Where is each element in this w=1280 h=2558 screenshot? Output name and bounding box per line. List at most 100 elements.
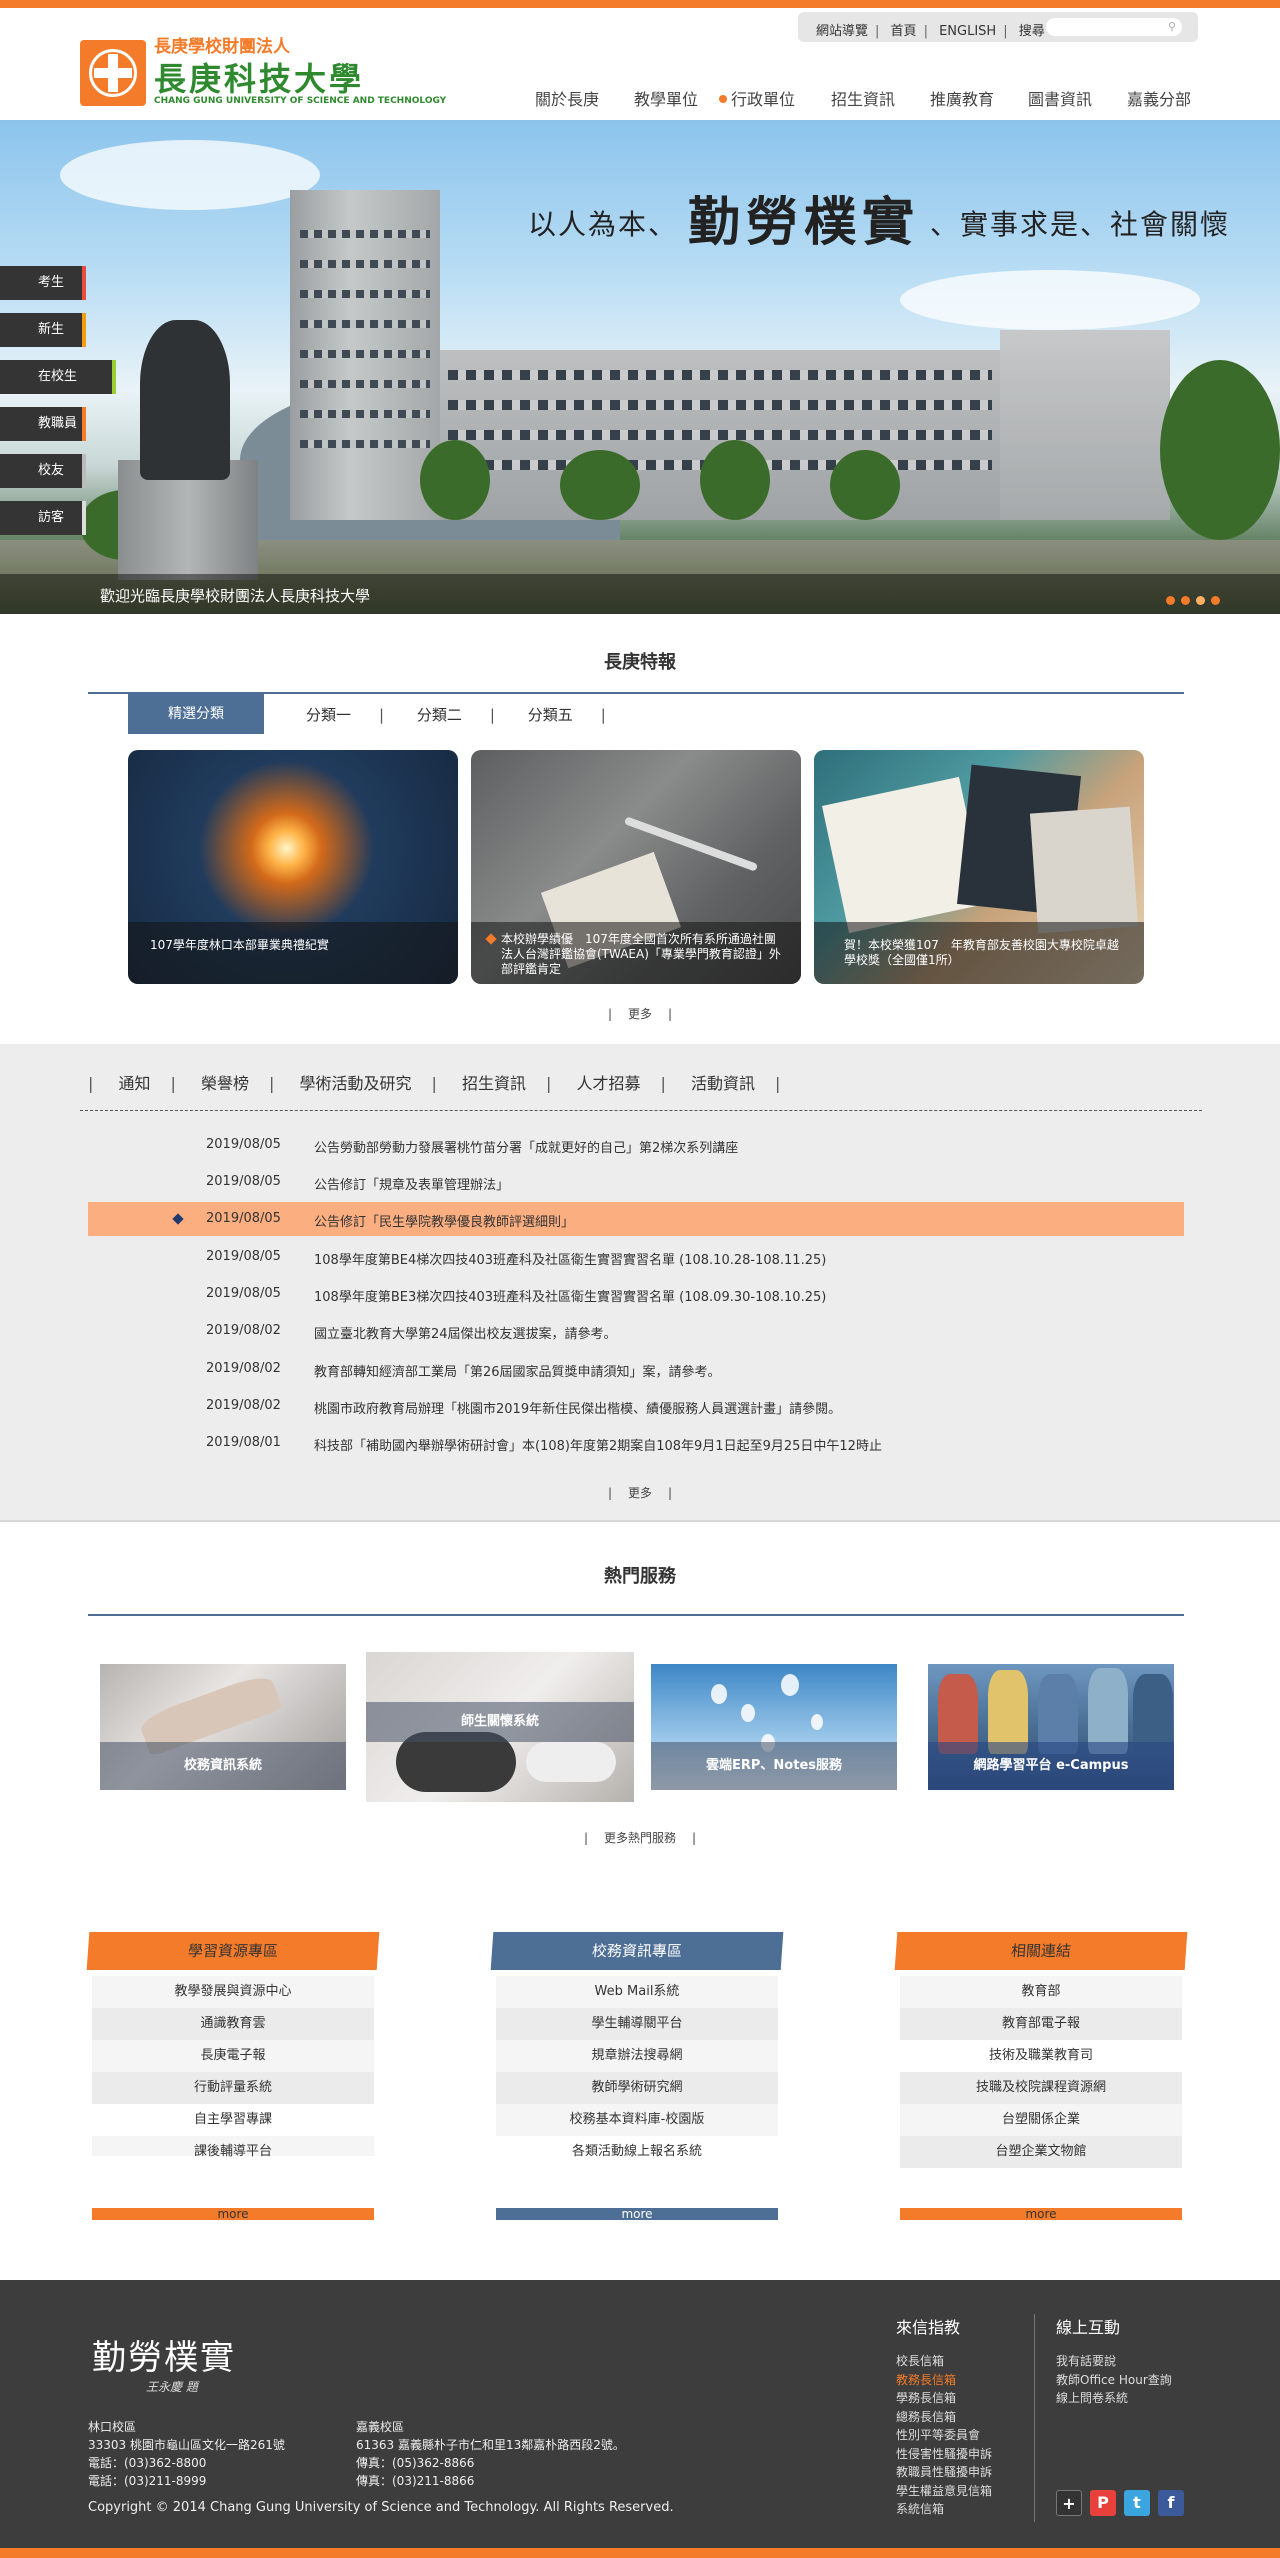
box-link[interactable]: 台塑企業文物館 <box>900 2136 1182 2168</box>
utility-bar: 網站導覽 | 首頁 | ENGLISH | 搜尋 ⚲ <box>798 12 1198 42</box>
services-more-link[interactable]: 更多熱門服務 <box>604 1831 676 1845</box>
tab-category-1[interactable]: 分類一 <box>306 706 351 724</box>
box-link[interactable]: Web Mail系統 <box>496 1976 778 2008</box>
footer-link[interactable]: 教職員性騷擾申訴 <box>896 2463 992 2482</box>
slide-dot[interactable] <box>1166 596 1175 605</box>
footer-link[interactable]: 性別平等委員會 <box>896 2426 992 2445</box>
news-row[interactable]: 2019/08/02 桃園市政府教育局辦理「桃園市2019年新住民傑出楷模、績優服… <box>88 1389 1184 1423</box>
news-row[interactable]: 2019/08/05 公告勞動部勞動力發展署桃竹苗分署「成就更好的自己」第2梯次系… <box>88 1128 1184 1162</box>
tab-featured[interactable]: 精選分類 <box>128 694 264 734</box>
box-link[interactable]: 教育部 <box>900 1976 1182 2008</box>
tab-category-5[interactable]: 分類五 <box>528 706 573 724</box>
nav-extension[interactable]: 推廣教育 <box>930 86 994 110</box>
university-logo[interactable]: 長庚學校財團法人 長庚科技大學 CHANG GUNG UNIVERSITY OF… <box>80 32 460 112</box>
service-student-info[interactable]: 校務資訊系統 <box>100 1664 346 1790</box>
twitter-icon[interactable]: t <box>1124 2490 1150 2516</box>
box-title: 學習資源專區 <box>86 1932 380 1970</box>
tab-category-2[interactable]: 分類二 <box>417 706 462 724</box>
box-link[interactable]: 校務基本資料庫-校園版 <box>496 2104 778 2136</box>
news-row[interactable]: 2019/08/05 公告修訂「規章及表單管理辦法」 <box>88 1165 1184 1199</box>
nav-about[interactable]: 關於長庚 <box>535 86 599 110</box>
news-row[interactable]: 2019/08/05 108學年度第BE3梯次四技403班產科及社區衛生實習實習名… <box>88 1277 1184 1311</box>
highlights-more-link[interactable]: 更多 <box>628 1007 652 1021</box>
highlight-card[interactable]: 賀！本校榮獲107 年教育部友善校園大專校院卓越學校獎（全國僅1所） <box>814 750 1144 984</box>
side-item-applicants[interactable]: 考生 <box>0 266 86 300</box>
service-erp[interactable]: 雲端ERP、Notes服務 <box>651 1664 897 1790</box>
box-link[interactable]: 技術及職業教育司 <box>900 2040 1182 2072</box>
box-link[interactable]: 學生輔導關平台 <box>496 2008 778 2040</box>
box-link[interactable]: 行動評量系統 <box>92 2072 374 2104</box>
header: 長庚學校財團法人 長庚科技大學 CHANG GUNG UNIVERSITY OF… <box>0 8 1280 120</box>
box-link[interactable]: 各類活動線上報名系統 <box>496 2136 778 2168</box>
news-section: | 通知 | 榮譽榜 | 學術活動及研究 | 招生資訊 | 人才招募 | 活動資訊 | 20… <box>0 1044 1280 1522</box>
sitemap-link[interactable]: 網站導覽 <box>816 24 868 39</box>
news-row[interactable]: 2019/08/01 科技部「補助國內舉辦學術研討會」本(108)年度第2期案自1… <box>88 1426 1184 1460</box>
search-icon[interactable]: ⚲ <box>1168 20 1176 33</box>
footer-link[interactable]: 性侵害性騷擾申訴 <box>896 2445 992 2464</box>
box-link[interactable]: 長庚電子報 <box>92 2040 374 2072</box>
box-link[interactable]: 台塑關係企業 <box>900 2104 1182 2136</box>
news-row[interactable]: 2019/08/05 108學年度第BE4梯次四技403班產科及社區衛生實習實習名… <box>88 1240 1184 1274</box>
box-link[interactable]: 通識教育雲 <box>92 2008 374 2040</box>
side-item-visitors[interactable]: 訪客 <box>0 501 86 535</box>
nav-teaching[interactable]: 教學單位 <box>634 86 698 110</box>
box-more-button[interactable]: more <box>92 2208 374 2220</box>
news-row[interactable]: 2019/08/02 國立臺北教育大學第24屆傑出校友選拔案，請參考。 <box>88 1314 1184 1348</box>
news-row[interactable]: 2019/08/05 公告修訂「民生學院教學優良教師評選細則」 <box>88 1202 1184 1236</box>
box-link[interactable]: 教師學術研究網 <box>496 2072 778 2104</box>
side-item-freshmen[interactable]: 新生 <box>0 313 86 347</box>
footer-link[interactable]: 教務長信箱 <box>896 2371 992 2390</box>
hero-caption-bar: 歡迎光臨長庚學校財團法人長庚科技大學 <box>0 574 1280 614</box>
footer-link[interactable]: 學務長信箱 <box>896 2389 992 2408</box>
news-row[interactable]: 2019/08/02 教育部轉知經濟部工業局「第26屆國家品質獎申請須知」案，請參… <box>88 1352 1184 1386</box>
plurk-icon[interactable]: P <box>1090 2490 1116 2516</box>
footer-link[interactable]: 教師Office Hour查詢 <box>1056 2371 1172 2390</box>
news-tab-recruit[interactable]: 人才招募 <box>576 1074 640 1093</box>
box-link[interactable]: 規章辦法搜尋網 <box>496 2040 778 2072</box>
box-title: 相關連結 <box>894 1932 1188 1970</box>
footer-link[interactable]: 總務長信箱 <box>896 2408 992 2427</box>
news-tab-admission[interactable]: 招生資訊 <box>462 1074 526 1093</box>
highlight-card[interactable]: 本校辦學績優 107年度全國首次所有系所通過社團法人台灣評鑑協會(TWAEA)「… <box>471 750 801 984</box>
box-more-button[interactable]: more <box>900 2208 1182 2220</box>
facebook-icon[interactable]: f <box>1158 2490 1184 2516</box>
box-link[interactable]: 自主學習專課 <box>92 2104 374 2136</box>
home-link[interactable]: 首頁 <box>891 24 917 39</box>
news-tab-honor[interactable]: 榮譽榜 <box>201 1074 249 1093</box>
nav-library[interactable]: 圖書資訊 <box>1028 86 1092 110</box>
slide-dot[interactable] <box>1211 596 1220 605</box>
box-link[interactable]: 教育部電子報 <box>900 2008 1182 2040</box>
box-more-button[interactable]: more <box>496 2208 778 2220</box>
card-caption: 107學年度林口本部畢業典禮紀實 <box>128 922 458 984</box>
side-item-students[interactable]: 在校生 <box>0 360 116 394</box>
service-label: 校務資訊系統 <box>100 1742 346 1790</box>
news-more-link[interactable]: 更多 <box>628 1486 652 1500</box>
footer-link[interactable]: 我有話要說 <box>1056 2352 1172 2371</box>
side-item-staff[interactable]: 教職員 <box>0 407 86 441</box>
box-link[interactable]: 技職及校院課程資源網 <box>900 2072 1182 2104</box>
news-tab-notice[interactable]: 通知 <box>118 1074 150 1093</box>
search-input[interactable]: ⚲ <box>1046 18 1182 36</box>
nav-chiayi[interactable]: 嘉義分部 <box>1127 86 1191 110</box>
nav-admissions[interactable]: 招生資訊 <box>831 86 895 110</box>
news-divider <box>80 1110 1202 1111</box>
footer-link[interactable]: 校長信箱 <box>896 2352 992 2371</box>
nav-admin[interactable]: 行政單位 <box>719 86 795 110</box>
service-ecampus[interactable]: 網路學習平台 e-Campus <box>928 1664 1174 1790</box>
side-item-alumni[interactable]: 校友 <box>0 454 86 488</box>
slide-dot[interactable] <box>1196 596 1205 605</box>
box-title: 校務資訊專區 <box>490 1932 784 1970</box>
news-tab-events[interactable]: 活動資訊 <box>691 1074 755 1093</box>
plus-icon[interactable]: + <box>1056 2490 1082 2516</box>
footer-link[interactable]: 學生權益意見信箱 <box>896 2482 992 2501</box>
service-care[interactable]: 師生關懷系統 <box>366 1652 634 1802</box>
box-link[interactable]: 教學發展與資源中心 <box>92 1976 374 2008</box>
footer-link[interactable]: 線上問卷系統 <box>1056 2389 1172 2408</box>
highlight-card[interactable]: 107學年度林口本部畢業典禮紀實 <box>128 750 458 984</box>
search-link[interactable]: 搜尋 <box>1019 24 1045 39</box>
news-tab-academic[interactable]: 學術活動及研究 <box>299 1074 411 1093</box>
slide-dot[interactable] <box>1181 596 1190 605</box>
box-link[interactable]: 課後輔導平台 <box>92 2136 374 2168</box>
footer-link[interactable]: 系統信箱 <box>896 2500 992 2519</box>
english-link[interactable]: ENGLISH <box>939 24 996 39</box>
